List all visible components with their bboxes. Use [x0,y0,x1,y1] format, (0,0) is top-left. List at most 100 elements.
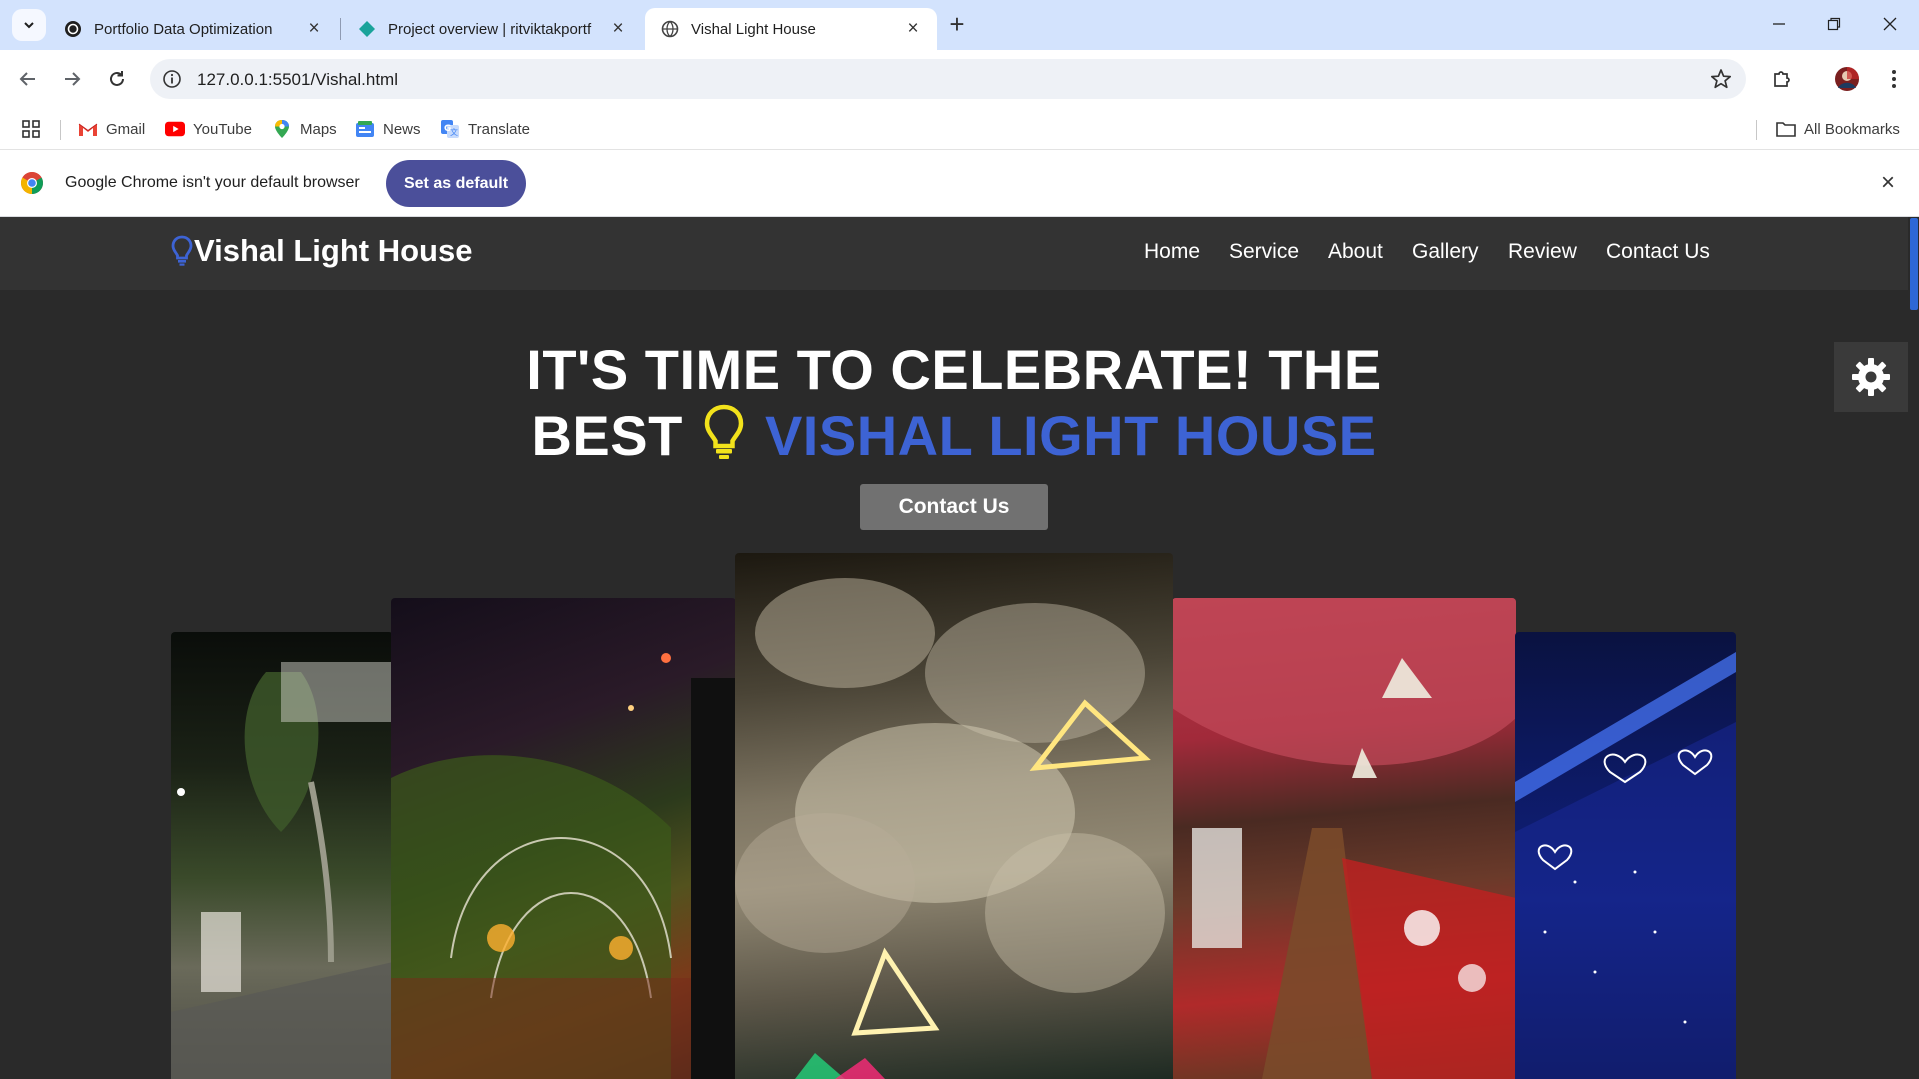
nav-service[interactable]: Service [1229,240,1299,264]
puzzle-icon [1774,71,1790,87]
lightbulb-icon [171,235,193,266]
info-icon[interactable] [162,69,182,89]
address-bar[interactable]: 127.0.0.1:5501/Vishal.html [150,59,1746,99]
bookmark-label: Maps [300,120,337,138]
more-vertical-icon [1892,70,1896,88]
bookmark-label: News [383,120,421,138]
bookmark-news[interactable]: News [355,118,421,140]
website-viewport: Vishal Light House Home Service About Ga… [0,217,1908,1079]
scrollbar-thumb[interactable] [1910,218,1918,310]
star-icon[interactable] [1710,68,1732,90]
translate-icon: G文 [440,120,460,138]
all-bookmarks-label: All Bookmarks [1804,120,1900,138]
tab-firebase[interactable]: Project overview | ritviktakportf × [342,8,642,50]
bookmark-maps[interactable]: Maps [272,118,337,140]
bookmarks-divider [1756,120,1757,140]
set-as-default-button[interactable]: Set as default [386,160,526,207]
gmail-icon [78,120,98,138]
settings-button[interactable] [1834,342,1908,412]
close-icon[interactable]: × [903,19,923,39]
tab-divider [340,18,341,40]
apps-button[interactable] [21,118,41,140]
gear-icon [1852,358,1890,396]
close-window-button[interactable] [1870,8,1910,40]
default-browser-infobar: Google Chrome isn't your default browser… [0,150,1919,217]
extensions-button[interactable] [1767,64,1797,94]
close-icon[interactable]: × [1877,171,1899,195]
photo-detail [1515,652,1736,1079]
bookmark-translate[interactable]: G文 Translate [440,118,530,140]
photo-detail [735,578,1165,1079]
new-tab-button[interactable]: + [943,11,971,39]
tab-vishal[interactable]: Vishal Light House × [645,8,937,50]
bookmark-label: Translate [468,120,530,138]
infobar-message: Google Chrome isn't your default browser [65,174,360,191]
hero-contact-button[interactable]: Contact Us [860,484,1048,530]
blue-fairy-lights-photo [1515,632,1736,1079]
folder-icon [1776,120,1796,138]
svg-text:文: 文 [450,127,458,137]
reload-button[interactable] [102,64,132,94]
tab-search-button[interactable] [12,9,46,41]
restore-button[interactable] [1814,8,1854,40]
bookmark-label: YouTube [193,120,252,138]
globe-icon [661,20,679,38]
string-lights-arch-photo [391,598,736,1079]
nav-contact-us[interactable]: Contact Us [1606,240,1710,264]
nav-gallery[interactable]: Gallery [1412,240,1479,264]
page-scrollbar[interactable] [1908,217,1919,1079]
red-drapes-chandelier-photo [1172,598,1516,1079]
avatar-icon [1835,67,1859,91]
hero-accent-text: VISHAL LIGHT HOUSE [764,404,1377,467]
nav-review[interactable]: Review [1508,240,1577,264]
youtube-icon [165,120,185,138]
tab-title: Portfolio Data Optimization [94,20,273,38]
arrow-right-icon [65,72,81,86]
chrome-menu-button[interactable] [1879,64,1909,94]
maps-icon [272,120,292,138]
arrow-left-icon [19,72,35,86]
bookmarks-bar: Gmail YouTube Maps News G文 Translate All… [0,108,1919,150]
tab-title: Vishal Light House [691,20,816,38]
hero-heading: IT'S TIME TO CELEBRATE! THE BEST VISHAL … [0,337,1908,469]
minimize-button[interactable] [1759,8,1799,40]
minimize-icon [1773,23,1785,25]
lightbulb-icon [704,404,744,459]
forward-button[interactable] [57,64,87,94]
photo-detail [171,662,393,1079]
tab-title: Project overview | ritviktakportf [388,20,592,38]
nav-about[interactable]: About [1328,240,1383,264]
photo-detail [1172,598,1516,1079]
chrome-logo-icon [21,172,43,194]
browser-toolbar: 127.0.0.1:5501/Vishal.html [0,50,1919,108]
all-bookmarks-button[interactable]: All Bookmarks [1776,118,1900,140]
openai-icon [65,21,81,37]
chevron-down-icon [24,22,34,29]
site-header: Vishal Light House Home Service About Ga… [0,217,1908,290]
tab-portfolio[interactable]: Portfolio Data Optimization × [48,8,338,50]
garden-entrance-photo [171,632,393,1079]
lace-lantern-ceiling-photo [735,553,1173,1079]
restore-icon [1827,17,1841,31]
bookmarks-divider [60,120,61,140]
nav-home[interactable]: Home [1144,240,1200,264]
site-logo[interactable]: Vishal Light House [171,233,472,269]
close-icon[interactable]: × [608,19,628,39]
photo-detail [391,653,736,1079]
bookmark-label: Gmail [106,120,146,138]
url-text: 127.0.0.1:5501/Vishal.html [197,70,398,89]
back-button[interactable] [13,64,43,94]
close-icon[interactable]: × [304,19,324,39]
profile-avatar[interactable] [1832,64,1862,94]
close-icon [1883,17,1897,31]
hero-line-2-prefix: BEST [531,404,683,467]
news-icon [355,120,375,138]
reload-icon [110,71,124,86]
firebase-diamond-icon [359,21,375,37]
bookmark-youtube[interactable]: YouTube [165,118,252,140]
hero-line-1: IT'S TIME TO CELEBRATE! THE [526,338,1382,401]
bookmark-gmail[interactable]: Gmail [78,118,145,140]
apps-grid-icon [22,120,40,138]
brand-name: Vishal Light House [194,233,473,268]
tab-strip: Portfolio Data Optimization × Project ov… [0,0,1919,50]
